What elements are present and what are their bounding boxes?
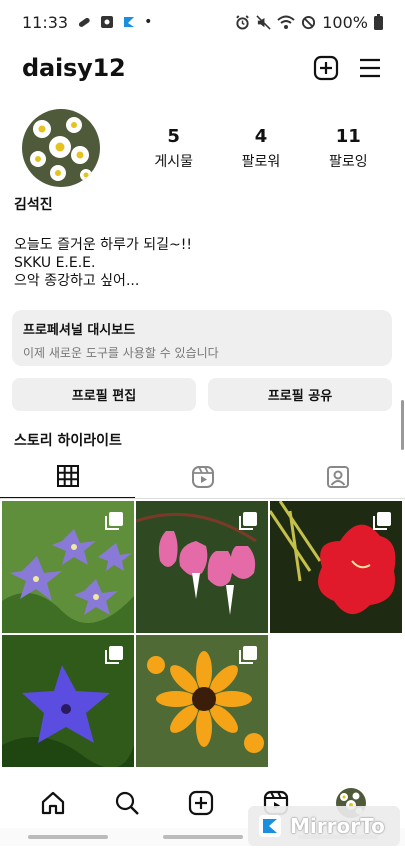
tab-grid[interactable] (0, 455, 135, 499)
battery-icon (374, 14, 383, 30)
story-highlights-title[interactable]: 스토리 하이라이트 (14, 430, 122, 450)
username-title[interactable]: daisy12 (22, 54, 126, 82)
bio-line: SKKU E.E.E. (14, 255, 96, 271)
gesture-handle (162, 835, 243, 839)
create-icon[interactable] (187, 789, 215, 817)
avatar[interactable] (22, 109, 100, 187)
watermark-text: MirrorTo (290, 814, 385, 838)
dashboard-title: 프로페셔널 대시보드 (23, 323, 136, 338)
wifi-icon (277, 15, 295, 29)
stat-label: 팔로워 (241, 153, 281, 170)
post-thumbnail[interactable] (136, 635, 268, 767)
profile-actions: 프로필 편집 프로필 공유 (12, 378, 392, 411)
post-thumbnail[interactable] (270, 501, 402, 633)
profile-bio: 오늘도 즐거운 하루가 되길~!! SKKU E.E.E. 으악 종강하고 싶어… (14, 236, 192, 290)
professional-dashboard[interactable]: 프로페셔널 대시보드 이제 새로운 도구를 사용할 수 있습니다 (12, 310, 392, 366)
stat-label: 게시물 (154, 153, 193, 170)
dot-icon: • (144, 14, 153, 30)
profile-summary: 5 게시물 4 팔로워 11 팔로잉 (22, 108, 392, 188)
key-icon (79, 17, 90, 27)
mute-icon (256, 14, 271, 30)
tagged-icon (326, 466, 349, 488)
content-tabs (0, 455, 405, 499)
grid-icon (56, 465, 79, 487)
bio-line: 으악 종강하고 싶어... (14, 273, 140, 289)
scrollbar[interactable] (401, 400, 404, 450)
stat-value: 5 (167, 125, 180, 147)
profile-header: daisy12 (0, 48, 405, 88)
add-post-icon[interactable] (313, 55, 339, 81)
home-icon[interactable] (39, 789, 67, 817)
mirrorto-watermark: MirrorTo (248, 806, 400, 846)
multiple-photos-icon (373, 512, 391, 530)
edit-profile-button[interactable]: 프로필 편집 (12, 378, 196, 411)
mirrorto-logo-icon (259, 815, 281, 837)
stat-followers[interactable]: 4 팔로워 (220, 126, 302, 171)
multiple-photos-icon (105, 512, 123, 530)
menu-icon[interactable] (357, 55, 383, 81)
post-thumbnail[interactable] (2, 501, 134, 633)
tab-reels[interactable] (135, 455, 270, 499)
screenshot-icon (101, 16, 114, 28)
blocked-icon (302, 15, 316, 29)
tab-tagged[interactable] (270, 455, 405, 499)
multiple-photos-icon (239, 646, 257, 664)
reels-icon (191, 466, 214, 488)
multiple-photos-icon (105, 646, 123, 664)
app-icon (124, 17, 135, 27)
dashboard-subtitle: 이제 새로운 도구를 사용할 수 있습니다 (23, 346, 219, 360)
post-grid (2, 501, 403, 767)
stat-posts[interactable]: 5 게시물 (133, 126, 215, 171)
search-icon[interactable] (113, 789, 141, 817)
bio-line: 오늘도 즐거운 하루가 되길~!! (14, 237, 192, 253)
share-profile-button[interactable]: 프로필 공유 (208, 378, 392, 411)
post-thumbnail[interactable] (136, 501, 268, 633)
post-thumbnail[interactable] (2, 635, 134, 767)
multiple-photos-icon (239, 512, 257, 530)
profile-name: 김석진 (14, 197, 53, 213)
tabs-divider (0, 498, 405, 499)
stat-value: 4 (254, 125, 268, 147)
battery-percent: 100% (322, 12, 368, 32)
status-bar: 11:33 • 100% (0, 0, 405, 44)
status-time: 11:33 (22, 12, 69, 32)
gesture-handle (27, 835, 108, 839)
stat-following[interactable]: 11 팔로잉 (307, 126, 389, 171)
stat-label: 팔로잉 (328, 153, 368, 170)
alarm-icon (236, 14, 250, 30)
stat-value: 11 (335, 125, 361, 147)
